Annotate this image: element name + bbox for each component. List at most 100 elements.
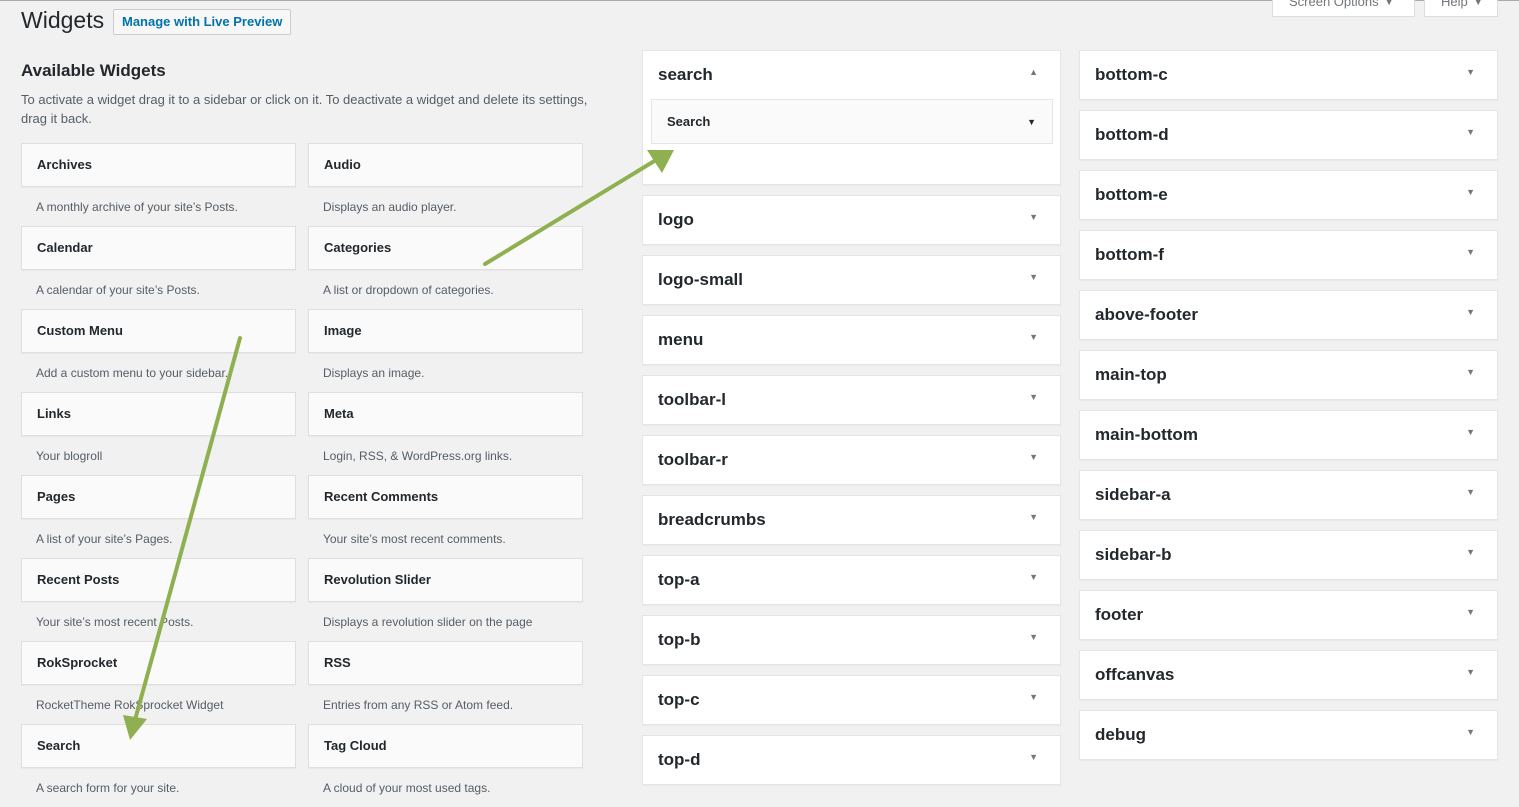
chevron-down-icon[interactable]: ▼ <box>1466 67 1475 77</box>
widget-item[interactable]: RokSprocket RocketTheme RokSprocket Widge… <box>21 641 296 724</box>
widget-item[interactable]: Tag Cloud A cloud of your most used tags. <box>308 724 583 807</box>
widget-item[interactable]: Pages A list of your site’s Pages. <box>21 475 296 558</box>
chevron-down-icon[interactable]: ▼ <box>1466 247 1475 257</box>
sidebar-main-bottom[interactable]: main-bottom ▼ <box>1079 410 1498 460</box>
sidebar-footer[interactable]: footer ▼ <box>1079 590 1498 640</box>
widget-description: A list of your site’s Pages. <box>36 532 173 546</box>
widget-title[interactable]: Archives <box>21 143 296 187</box>
widget-item[interactable]: Calendar A calendar of your site’s Posts. <box>21 226 296 309</box>
sidebar-debug[interactable]: debug ▼ <box>1079 710 1498 760</box>
sidebar-name: bottom-e <box>1095 185 1168 204</box>
sidebar-logo[interactable]: logo ▼ <box>642 195 1061 245</box>
widget-title[interactable]: Meta <box>308 392 583 436</box>
widget-item[interactable]: Categories A list or dropdown of categori… <box>308 226 583 309</box>
search-widget-instance[interactable]: Search ▼ <box>651 99 1053 144</box>
sidebar-top-b[interactable]: top-b ▼ <box>642 615 1061 665</box>
chevron-down-icon[interactable]: ▼ <box>1466 427 1475 437</box>
widget-item[interactable]: Meta Login, RSS, & WordPress.org links. <box>308 392 583 475</box>
sidebar-above-footer[interactable]: above-footer ▼ <box>1079 290 1498 340</box>
live-preview-button[interactable]: Manage with Live Preview <box>113 9 292 35</box>
widget-title[interactable]: Search <box>21 724 296 768</box>
widget-title[interactable]: Revolution Slider <box>308 558 583 602</box>
chevron-down-icon[interactable]: ▼ <box>1466 547 1475 557</box>
sidebar-top-a[interactable]: top-a ▼ <box>642 555 1061 605</box>
sidebar-name: main-bottom <box>1095 425 1198 444</box>
widget-item[interactable]: Image Displays an image. <box>308 309 583 392</box>
sidebar-bottom-c[interactable]: bottom-c ▼ <box>1079 50 1498 100</box>
sidebar-sidebar-a[interactable]: sidebar-a ▼ <box>1079 470 1498 520</box>
chevron-down-icon[interactable]: ▼ <box>1029 632 1038 642</box>
widget-title[interactable]: Calendar <box>21 226 296 270</box>
widget-title[interactable]: Pages <box>21 475 296 519</box>
widget-item[interactable]: Search A search form for your site. <box>21 724 296 807</box>
widget-title[interactable]: Audio <box>308 143 583 187</box>
widget-title[interactable]: Recent Comments <box>308 475 583 519</box>
sidebar-toolbar-l[interactable]: toolbar-l ▼ <box>642 375 1061 425</box>
sidebar-offcanvas[interactable]: offcanvas ▼ <box>1079 650 1498 700</box>
chevron-down-icon[interactable]: ▼ <box>1466 187 1475 197</box>
chevron-down-icon[interactable]: ▼ <box>1029 572 1038 582</box>
widget-item[interactable]: Archives A monthly archive of your site’s… <box>21 143 296 226</box>
widget-title[interactable]: Categories <box>308 226 583 270</box>
widget-item[interactable]: RSS Entries from any RSS or Atom feed. <box>308 641 583 724</box>
widget-description: RocketTheme RokSprocket Widget <box>36 698 224 712</box>
chevron-down-icon[interactable]: ▼ <box>1466 607 1475 617</box>
sidebar-menu[interactable]: menu ▼ <box>642 315 1061 365</box>
widget-description: A list or dropdown of categories. <box>323 283 494 297</box>
widget-title[interactable]: Tag Cloud <box>308 724 583 768</box>
sidebar-name: toolbar-l <box>658 390 726 409</box>
widget-item[interactable]: Links Your blogroll <box>21 392 296 475</box>
widget-item[interactable]: Audio Displays an audio player. <box>308 143 583 226</box>
chevron-down-icon[interactable]: ▼ <box>1466 367 1475 377</box>
widget-title[interactable]: Image <box>308 309 583 353</box>
screen-options-tab[interactable]: Screen Options ▼ <box>1272 0 1415 17</box>
sidebar-sidebar-b[interactable]: sidebar-b ▼ <box>1079 530 1498 580</box>
widget-item[interactable]: Recent Posts Your site’s most recent Post… <box>21 558 296 641</box>
chevron-down-icon[interactable]: ▼ <box>1029 212 1038 222</box>
sidebar-name: logo <box>658 210 694 229</box>
sidebar-bottom-f[interactable]: bottom-f ▼ <box>1079 230 1498 280</box>
sidebar-bottom-e[interactable]: bottom-e ▼ <box>1079 170 1498 220</box>
available-widgets-list: Archives A monthly archive of your site’s… <box>21 143 583 807</box>
sidebar-main-top[interactable]: main-top ▼ <box>1079 350 1498 400</box>
chevron-down-icon[interactable]: ▼ <box>1029 752 1038 762</box>
widget-description: Add a custom menu to your sidebar. <box>36 366 229 380</box>
sidebar-search[interactable]: search ▲ Search ▼ <box>642 50 1061 185</box>
chevron-up-icon[interactable]: ▲ <box>1029 67 1038 77</box>
chevron-down-icon[interactable]: ▼ <box>1029 392 1038 402</box>
chevron-down-icon[interactable]: ▼ <box>1466 667 1475 677</box>
sidebar-bottom-d[interactable]: bottom-d ▼ <box>1079 110 1498 160</box>
available-widgets-title: Available Widgets <box>21 61 166 80</box>
sidebar-top-d[interactable]: top-d ▼ <box>642 735 1061 785</box>
widget-item[interactable]: Recent Comments Your site’s most recent c… <box>308 475 583 558</box>
chevron-down-icon[interactable]: ▼ <box>1029 332 1038 342</box>
chevron-down-icon[interactable]: ▼ <box>1027 117 1036 127</box>
chevron-down-icon[interactable]: ▼ <box>1466 307 1475 317</box>
widget-title[interactable]: Custom Menu <box>21 309 296 353</box>
sidebar-top-c[interactable]: top-c ▼ <box>642 675 1061 725</box>
chevron-down-icon[interactable]: ▼ <box>1029 452 1038 462</box>
chevron-down-icon[interactable]: ▼ <box>1029 272 1038 282</box>
widget-item[interactable]: Revolution Slider Displays a revolution s… <box>308 558 583 641</box>
sidebar-toolbar-r[interactable]: toolbar-r ▼ <box>642 435 1061 485</box>
chevron-down-icon[interactable]: ▼ <box>1029 692 1038 702</box>
widget-title[interactable]: RokSprocket <box>21 641 296 685</box>
available-widgets-description: To activate a widget drag it to a sideba… <box>21 92 588 126</box>
widget-title[interactable]: Recent Posts <box>21 558 296 602</box>
chevron-down-icon[interactable]: ▼ <box>1466 487 1475 497</box>
sidebar-breadcrumbs[interactable]: breadcrumbs ▼ <box>642 495 1061 545</box>
widget-description: Entries from any RSS or Atom feed. <box>323 698 514 712</box>
chevron-down-icon[interactable]: ▼ <box>1029 512 1038 522</box>
widget-title[interactable]: RSS <box>308 641 583 685</box>
sidebar-logo-small[interactable]: logo-small ▼ <box>642 255 1061 305</box>
widget-title[interactable]: Links <box>21 392 296 436</box>
sidebar-name: debug <box>1095 725 1146 744</box>
widget-item[interactable]: Custom Menu Add a custom menu to your sid… <box>21 309 296 392</box>
widget-description: Your site’s most recent comments. <box>323 532 506 546</box>
widget-description: Displays an audio player. <box>323 200 457 214</box>
help-tab[interactable]: Help ▼ <box>1424 0 1498 17</box>
sidebar-name: main-top <box>1095 365 1167 384</box>
chevron-down-icon[interactable]: ▼ <box>1466 727 1475 737</box>
help-label: Help <box>1441 0 1468 9</box>
chevron-down-icon[interactable]: ▼ <box>1466 127 1475 137</box>
